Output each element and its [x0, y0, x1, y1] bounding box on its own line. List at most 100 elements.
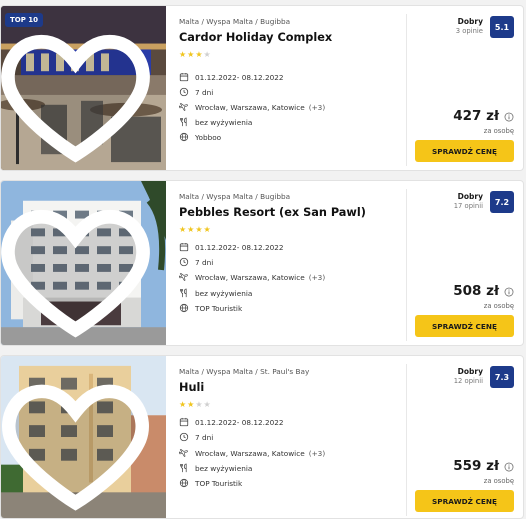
calendar-icon	[179, 242, 189, 252]
score-badge: 5.1	[490, 16, 514, 38]
dates-text: 01.12.2022- 08.12.2022	[195, 417, 284, 427]
duration-text: 7 dni	[195, 432, 214, 442]
globe-icon	[179, 303, 189, 313]
clock-icon	[179, 87, 189, 97]
offer-card[interactable]: TOP 10 Malta / Wyspa Malta / Bugibba Car…	[0, 5, 524, 171]
dates-row: 01.12.2022- 08.12.2022	[179, 71, 284, 83]
score-badge: 7.3	[490, 366, 514, 388]
star-filled-icon: ★	[203, 225, 212, 234]
calendar-icon	[179, 72, 189, 82]
operator-text: TOP Touristik	[195, 303, 243, 313]
globe-icon	[179, 478, 189, 488]
departure-row: Wrocław, Warszawa, Katowice (+3)	[179, 271, 325, 283]
departure-text: Wrocław, Warszawa, Katowice	[195, 448, 305, 458]
location-breadcrumb[interactable]: Malta / Wyspa Malta / St. Paul's Bay	[179, 367, 309, 376]
duration-text: 7 dni	[195, 257, 214, 267]
departure-text: Wrocław, Warszawa, Katowice	[195, 272, 305, 282]
check-price-button[interactable]: SPRAWDŹ CENĘ	[415, 140, 514, 162]
offer-card[interactable]: Malta / Wyspa Malta / Bugibba Pebbles Re…	[0, 180, 524, 346]
departure-more-link[interactable]: (+3)	[309, 449, 325, 458]
operator-text: TOP Touristik	[195, 478, 243, 488]
per-person-label: za osobę	[483, 302, 514, 310]
score-badge: 7.2	[490, 191, 514, 213]
opinions-count[interactable]: 17 opinii	[454, 202, 483, 210]
hotel-stars: ★★★★	[179, 50, 212, 59]
operator-row: Yobboo	[179, 131, 221, 143]
dates-text: 01.12.2022- 08.12.2022	[195, 72, 284, 82]
heart-icon[interactable]	[1, 11, 158, 170]
divider	[406, 189, 407, 341]
info-icon[interactable]	[504, 112, 514, 122]
hotel-stars: ★★★★	[179, 400, 212, 409]
star-empty-icon: ★	[203, 50, 212, 59]
star-filled-icon: ★	[179, 225, 188, 234]
rating-label: Dobry	[457, 367, 483, 376]
location-breadcrumb[interactable]: Malta / Wyspa Malta / Bugibba	[179, 192, 290, 201]
divider	[406, 364, 407, 516]
duration-row: 7 dni	[179, 86, 213, 98]
check-price-button[interactable]: SPRAWDŹ CENĘ	[415, 490, 514, 512]
operator-row: TOP Touristik	[179, 302, 242, 314]
info-icon[interactable]	[504, 287, 514, 297]
price: 427 zł	[453, 108, 499, 124]
rating-label: Dobry	[457, 192, 483, 201]
hotel-photo[interactable]	[1, 181, 166, 345]
star-filled-icon: ★	[195, 225, 204, 234]
info-icon[interactable]	[504, 462, 514, 472]
duration-row: 7 dni	[179, 256, 213, 268]
clock-icon	[179, 432, 189, 442]
offer-card[interactable]: Malta / Wyspa Malta / St. Paul's Bay Hul…	[0, 355, 524, 519]
dates-row: 01.12.2022- 08.12.2022	[179, 416, 284, 428]
plane-icon	[179, 103, 188, 111]
per-person-label: za osobę	[483, 477, 514, 485]
board-row: bez wyżywienia	[179, 462, 252, 474]
operator-text: Yobboo	[195, 132, 222, 142]
operator-row: TOP Touristik	[179, 477, 242, 489]
offer-details: Malta / Wyspa Malta / Bugibba Cardor Hol…	[179, 6, 405, 170]
dates-text: 01.12.2022- 08.12.2022	[195, 242, 284, 252]
meal-icon	[180, 117, 187, 127]
star-empty-icon: ★	[195, 400, 204, 409]
heart-icon[interactable]	[1, 361, 158, 518]
hotel-title[interactable]: Pebbles Resort (ex San Pawl)	[179, 206, 366, 219]
star-filled-icon: ★	[195, 50, 204, 59]
duration-row: 7 dni	[179, 431, 213, 443]
hotel-title[interactable]: Huli	[179, 381, 204, 394]
hotel-photo[interactable]: TOP 10	[1, 6, 166, 170]
board-text: bez wyżywienia	[195, 288, 253, 298]
hotel-stars: ★★★★	[179, 225, 212, 234]
board-row: bez wyżywienia	[179, 116, 252, 128]
opinions-count[interactable]: 3 opinie	[456, 27, 483, 35]
board-row: bez wyżywienia	[179, 287, 252, 299]
offer-details: Malta / Wyspa Malta / St. Paul's Bay Hul…	[179, 356, 405, 518]
hotel-title[interactable]: Cardor Holiday Complex	[179, 31, 332, 44]
hotel-photo[interactable]	[1, 356, 166, 518]
star-filled-icon: ★	[179, 50, 188, 59]
location-breadcrumb[interactable]: Malta / Wyspa Malta / Bugibba	[179, 17, 290, 26]
plane-icon	[179, 449, 188, 457]
star-filled-icon: ★	[179, 400, 188, 409]
dates-row: 01.12.2022- 08.12.2022	[179, 241, 284, 253]
offer-details: Malta / Wyspa Malta / Bugibba Pebbles Re…	[179, 181, 405, 345]
departure-more-link[interactable]: (+3)	[309, 273, 325, 282]
calendar-icon	[179, 417, 189, 427]
departure-row: Wrocław, Warszawa, Katowice (+3)	[179, 447, 325, 459]
divider	[406, 14, 407, 166]
star-empty-icon: ★	[203, 400, 212, 409]
departure-row: Wrocław, Warszawa, Katowice (+3)	[179, 101, 325, 113]
board-text: bez wyżywienia	[195, 117, 253, 127]
opinions-count[interactable]: 12 opinii	[454, 377, 483, 385]
meal-icon	[180, 463, 187, 473]
board-text: bez wyżywienia	[195, 463, 253, 473]
rating-label: Dobry	[457, 17, 483, 26]
heart-icon[interactable]	[1, 186, 158, 345]
per-person-label: za osobę	[483, 127, 514, 135]
plane-icon	[179, 273, 188, 281]
check-price-button[interactable]: SPRAWDŹ CENĘ	[415, 315, 514, 337]
globe-icon	[179, 132, 189, 142]
meal-icon	[180, 288, 187, 298]
price: 559 zł	[453, 458, 499, 474]
clock-icon	[179, 257, 189, 267]
price: 508 zł	[453, 283, 499, 299]
departure-more-link[interactable]: (+3)	[309, 103, 325, 112]
